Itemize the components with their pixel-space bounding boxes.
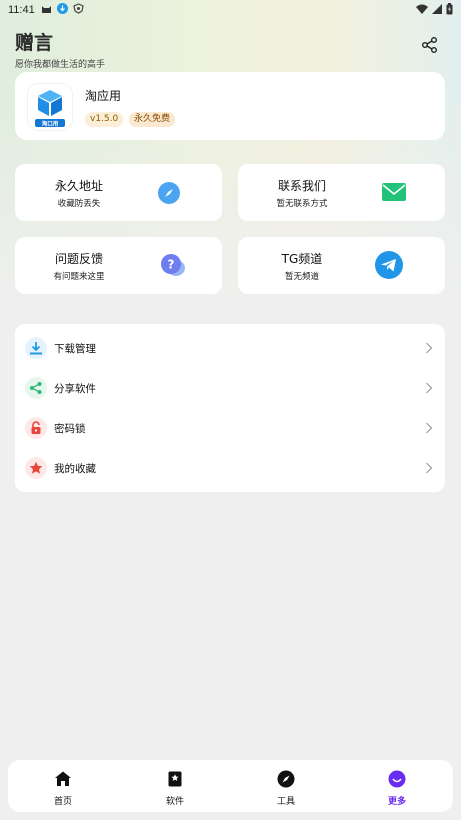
menu-item-label: 密码锁 xyxy=(54,423,86,435)
tile-contact-us[interactable]: 联系我们 暂无联系方式 xyxy=(238,164,445,221)
cat-icon xyxy=(41,4,52,17)
tile-tg-channel[interactable]: TG频道 暂无频道 xyxy=(238,237,445,294)
tile-subtitle: 有问题来这里 xyxy=(53,272,105,282)
menu-item-download-manager[interactable]: 下载管理 xyxy=(15,328,445,368)
battery-icon xyxy=(446,3,453,18)
tile-subtitle: 暂无频道 xyxy=(284,272,319,282)
chevron-right-icon xyxy=(426,342,433,354)
compass-icon xyxy=(156,180,182,206)
tile-title: 永久地址 xyxy=(54,179,103,193)
menu-item-password-lock[interactable]: 密码锁 xyxy=(15,408,445,448)
chevron-right-icon xyxy=(426,422,433,434)
nav-tools[interactable]: 工具 xyxy=(256,760,316,812)
tile-title: 联系我们 xyxy=(277,179,326,193)
chevron-right-icon xyxy=(426,382,433,394)
nav-label: 首页 xyxy=(53,797,72,807)
lock-icon xyxy=(25,417,47,439)
compass-icon xyxy=(277,770,295,788)
nav-label: 更多 xyxy=(387,797,406,807)
question-chat-icon: ? xyxy=(160,254,186,280)
mail-icon xyxy=(382,183,408,209)
signal-icon xyxy=(432,4,442,17)
bookmark-icon xyxy=(166,770,184,788)
page-header: 赠言 愿你我都做生活的高手 xyxy=(15,28,105,70)
app-name: 淘应用 xyxy=(85,89,122,103)
license-badge: 永久免费 xyxy=(129,112,176,127)
share-button[interactable] xyxy=(421,36,439,54)
wifi-icon xyxy=(416,4,428,17)
home-icon xyxy=(54,770,72,788)
smile-icon xyxy=(388,770,406,788)
app-info-card[interactable]: 淘口用 淘应用 v1.5.0 永久免费 xyxy=(15,72,445,140)
tile-subtitle: 收藏防丢失 xyxy=(57,199,101,209)
nav-more[interactable]: 更多 xyxy=(367,760,427,812)
page-subtitle: 愿你我都做生活的高手 xyxy=(15,60,106,70)
tile-permanent-address[interactable]: 永久地址 收藏防丢失 xyxy=(15,164,222,221)
menu-list: 下载管理 分享软件 密码锁 我的收藏 xyxy=(15,324,445,492)
tile-subtitle: 暂无联系方式 xyxy=(276,199,328,209)
svg-text:?: ? xyxy=(168,258,175,272)
download-status-icon xyxy=(56,3,68,17)
tile-title: TG频道 xyxy=(281,252,323,266)
telegram-icon xyxy=(375,251,403,279)
menu-item-label: 分享软件 xyxy=(54,383,96,395)
status-bar: 11:41 xyxy=(0,0,461,20)
nav-label: 软件 xyxy=(165,797,184,807)
app-logo-text: 淘口用 xyxy=(42,120,59,128)
nav-software[interactable]: 软件 xyxy=(145,760,205,812)
menu-item-my-favorites[interactable]: 我的收藏 xyxy=(15,448,445,488)
page-title: 赠言 xyxy=(15,32,54,54)
shield-status-icon xyxy=(73,3,84,17)
share-icon xyxy=(25,377,47,399)
share-icon xyxy=(422,37,437,53)
app-logo: 淘口用 xyxy=(28,84,72,130)
star-icon xyxy=(25,457,47,479)
tile-title: 问题反馈 xyxy=(54,252,103,266)
tile-feedback[interactable]: 问题反馈 有问题来这里 ? xyxy=(15,237,222,294)
menu-item-share-app[interactable]: 分享软件 xyxy=(15,368,445,408)
bottom-navigation: 首页 软件 工具 更多 xyxy=(8,760,453,812)
status-right xyxy=(416,3,453,18)
chevron-right-icon xyxy=(426,462,433,474)
nav-label: 工具 xyxy=(276,797,295,807)
status-time: 11:41 xyxy=(8,4,35,16)
menu-item-label: 我的收藏 xyxy=(54,463,96,475)
version-badge: v1.5.0 xyxy=(85,112,124,127)
menu-item-label: 下载管理 xyxy=(54,343,96,355)
nav-home[interactable]: 首页 xyxy=(33,760,93,812)
download-icon xyxy=(25,337,47,359)
